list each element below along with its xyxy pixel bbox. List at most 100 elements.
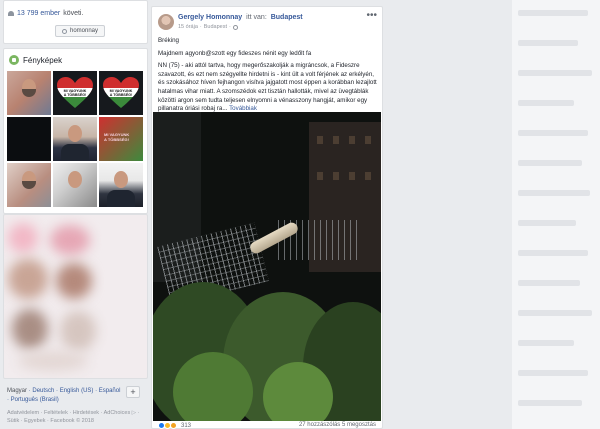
language-link[interactable]: English (US) (60, 388, 94, 394)
window-shape (333, 172, 339, 180)
reactions-bar[interactable]: 313 (158, 422, 191, 429)
placeholder-bar (518, 310, 592, 316)
suit-shape (107, 190, 135, 207)
blur-blob (60, 311, 96, 351)
language-link[interactable]: Español (99, 388, 121, 394)
photo-thumb[interactable]: MI VAGYUNK A TÖBBSÉG! (99, 117, 143, 161)
language-link[interactable]: Deutsch (32, 388, 54, 394)
placeholder-bar (518, 70, 592, 76)
more-options-icon[interactable]: ••• (366, 10, 377, 21)
window-shape (317, 136, 323, 144)
placeholder-bar (518, 370, 588, 376)
photo-grid: MI VAGYUNK A TÖBBSÉG! MI VAGYUNK A TÖBBS… (7, 71, 143, 207)
photo-thumb[interactable] (53, 117, 97, 161)
followers-label: követi. (63, 10, 84, 17)
language-current: Magyar (7, 388, 28, 394)
post-photo[interactable] (153, 112, 381, 421)
placeholder-bar (518, 130, 588, 136)
post-paragraph: Majdnem agyonb@szott egy fideszes nénit … (158, 49, 312, 57)
heart-band: MI VAGYUNK A TÖBBSÉG! (57, 88, 93, 97)
page-chip-label: homonnay (70, 28, 99, 34)
blurred-card (3, 214, 148, 379)
thumb-text-line2: A TÖBBSÉG! (104, 137, 129, 142)
heart-icon: MI VAGYUNK A TÖBBSÉG! (103, 77, 139, 109)
blur-blob (8, 259, 48, 299)
window-shape (365, 172, 371, 180)
author-name[interactable]: Gergely Homonnay (178, 14, 242, 21)
post-author-line: Gergely Homonnay itt van: Budapest (178, 14, 303, 21)
reactions-count[interactable]: 313 (181, 423, 191, 429)
blur-blob (50, 225, 90, 255)
photo-thumb[interactable] (7, 71, 51, 115)
placeholder-bar (518, 220, 576, 226)
location-link[interactable]: Budapest (271, 14, 303, 21)
page-icon (62, 28, 67, 34)
window-shape (317, 172, 323, 180)
right-panel (388, 0, 512, 429)
followers-count[interactable]: 13 799 ember (17, 10, 60, 17)
photos-icon (9, 55, 19, 65)
photo-thumb[interactable] (7, 117, 51, 161)
face-shape (68, 171, 82, 188)
placeholder-bar (518, 340, 574, 346)
followers-card: 13 799 ember követi. homonnay (3, 0, 148, 44)
placeholder-bar (518, 190, 590, 196)
people-icon (8, 11, 14, 16)
photo-thumb[interactable] (53, 163, 97, 207)
blur-blob (56, 263, 92, 299)
photo-thumb[interactable]: MI VAGYUNK A TÖBBSÉG! (99, 71, 143, 115)
post-meta: 15 órája · Budapest · (178, 24, 238, 30)
thumb-text: MI VAGYUNK A TÖBBSÉG! (104, 132, 129, 142)
post-text: Bréking Majdnem agyonb@szott egy fidesze… (158, 37, 380, 118)
post-stats: 27 hozzászólás 5 megosztás (299, 422, 376, 428)
blur-blob (18, 351, 88, 371)
blur-blob (8, 223, 38, 253)
page-chip[interactable]: homonnay (55, 25, 106, 37)
placeholder-bar (518, 400, 582, 406)
beard-shape (22, 181, 36, 189)
photos-title[interactable]: Fényképek (23, 56, 62, 65)
placeholder-bar (518, 160, 582, 166)
footer-links[interactable]: Adatvédelem · Feltételek · Hirdetések · … (7, 409, 147, 425)
author-avatar[interactable] (158, 14, 174, 30)
add-language-button[interactable]: + (126, 386, 140, 398)
placeholder-bar (518, 100, 574, 106)
placeholder-bar (518, 250, 588, 256)
post-paragraph: Bréking (158, 37, 179, 44)
globe-icon (232, 24, 238, 30)
language-link[interactable]: Português (Brasil) (11, 397, 59, 403)
location-prefix: itt van: (246, 14, 267, 21)
heart-text-line2: A TÖBBSÉG! (109, 92, 133, 97)
right-sidebar (512, 0, 600, 429)
post-place[interactable]: Budapest (204, 24, 227, 30)
placeholder-bar (518, 280, 580, 286)
window-shape (349, 172, 355, 180)
followers-line: 13 799 ember követi. (8, 10, 83, 17)
photo-thumb[interactable] (99, 163, 143, 207)
beard-shape (22, 89, 36, 97)
photo-thumb[interactable]: MI VAGYUNK A TÖBBSÉG! (53, 71, 97, 115)
placeholder-bar (518, 10, 588, 16)
shares-count[interactable]: 5 megosztás (342, 422, 376, 428)
window-shape (333, 136, 339, 144)
post-card: Gergely Homonnay itt van: Budapest 15 ór… (151, 6, 383, 429)
heart-band: MI VAGYUNK A TÖBBSÉG! (103, 88, 139, 97)
blur-blob (12, 309, 48, 349)
window-shape (365, 136, 371, 144)
heart-icon: MI VAGYUNK A TÖBBSÉG! (57, 77, 93, 109)
placeholder-bar (518, 40, 578, 46)
post-paragraph: NN (75) - aki attól tartva, hogy megerős… (158, 62, 380, 114)
post-time[interactable]: 15 órája (178, 24, 198, 30)
photos-card: Fényképek MI VAGYUNK A TÖBBSÉG! MI VAGYU… (3, 48, 148, 214)
window-shape (349, 136, 355, 144)
suit-shape (61, 144, 89, 161)
photo-thumb[interactable] (7, 163, 51, 207)
post-paragraph-text: NN (75) - aki attól tartva, hogy megerős… (158, 62, 377, 113)
wow-reaction-icon (170, 422, 177, 429)
comments-count[interactable]: 27 hozzászólás (299, 422, 340, 428)
heart-text-line2: A TÖBBSÉG! (63, 92, 87, 97)
face-shape (114, 171, 128, 188)
photos-header[interactable]: Fényképek (9, 55, 62, 65)
language-list: Magyar · Deutsch · English (US) · Españo… (7, 388, 121, 403)
face-shape (68, 125, 82, 142)
